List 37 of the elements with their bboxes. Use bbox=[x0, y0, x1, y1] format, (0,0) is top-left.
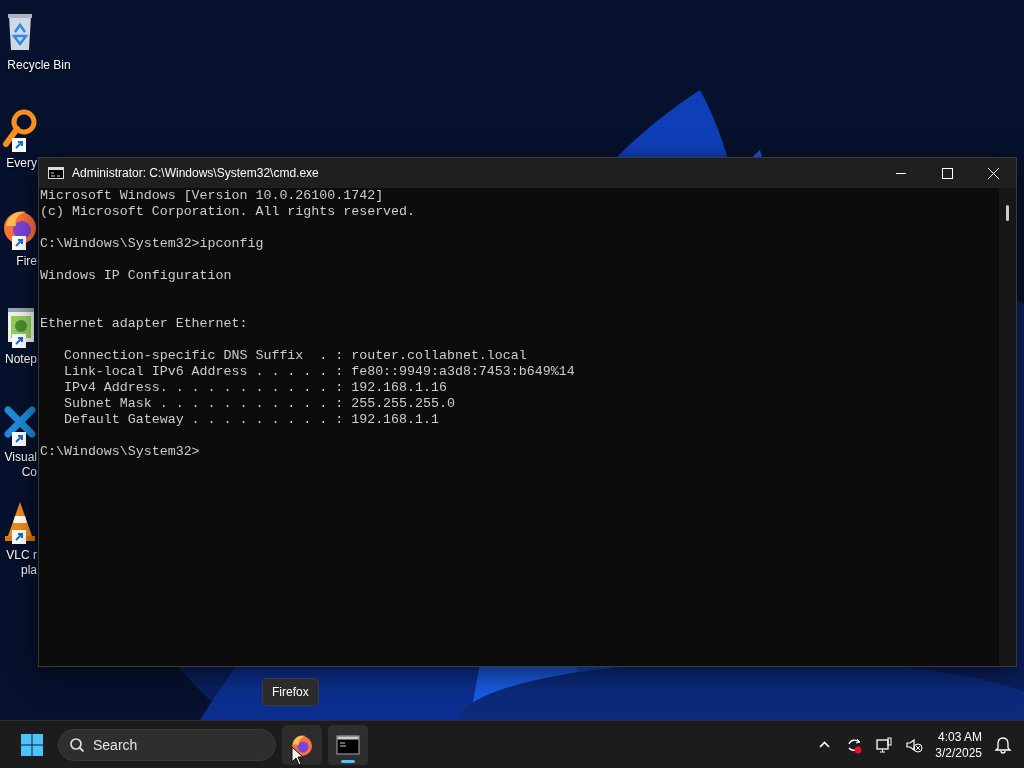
console-line: Connection-specific DNS Suffix . : router.collabnet.local bbox=[62, 348, 528, 364]
search-field[interactable]: Search bbox=[58, 728, 276, 761]
console-line: IPv4 Address. . . . . . . . . . . : 192.168.1.16 bbox=[62, 380, 448, 396]
console-line: Ethernet adapter Ethernet: bbox=[40, 316, 249, 332]
mouse-cursor-icon bbox=[291, 746, 305, 766]
console-app-icon bbox=[48, 167, 64, 179]
icon-label: Every bbox=[5, 156, 37, 171]
scrollbar[interactable] bbox=[999, 188, 1016, 666]
scrollbar-thumb[interactable] bbox=[1006, 205, 1009, 221]
console-line: C:\Windows\System32>ipconfig bbox=[40, 236, 265, 252]
icon-label: Fire bbox=[15, 254, 37, 269]
console-line: C:\Windows\System32> bbox=[40, 444, 201, 460]
magnifier-icon[interactable] bbox=[2, 108, 38, 150]
clock-button[interactable]: 4:03 AM 3/2/2025 bbox=[929, 724, 988, 765]
window-title: Administrator: C:\Windows\System32\cmd.exe bbox=[72, 165, 319, 182]
console-line: Windows IP Configuration bbox=[40, 268, 233, 284]
icon-label: VLC r pla bbox=[5, 548, 37, 578]
taskbar-app-button[interactable] bbox=[328, 724, 368, 765]
console-icon bbox=[336, 732, 360, 757]
active-indicator bbox=[341, 759, 355, 763]
console-line: Subnet Mask . . . . . . . . . . . : 255.255.255.0 bbox=[62, 396, 456, 412]
tooltip: Firefox bbox=[262, 678, 319, 706]
icon-label: Recycle Bin bbox=[6, 58, 72, 73]
search-icon bbox=[70, 737, 84, 752]
icon-label: Visual Co bbox=[3, 450, 37, 480]
close-icon bbox=[987, 167, 999, 179]
windows-logo-icon bbox=[20, 732, 44, 757]
console-line: Link-local IPv6 Address . . . . . : fe80::9949:a3d8:7453:b649%14 bbox=[62, 364, 576, 380]
bell-icon bbox=[994, 735, 1012, 754]
chevron-up-icon bbox=[818, 741, 830, 748]
console-line: Microsoft Windows [Version 10.0.26100.1742] bbox=[40, 188, 385, 204]
network-icon bbox=[875, 735, 894, 754]
console-line: (c) Microsoft Corporation. All rights reserved. bbox=[40, 204, 417, 220]
icon-label: Notep bbox=[3, 352, 37, 367]
maximize-icon bbox=[941, 167, 953, 179]
minimize-icon bbox=[896, 172, 906, 174]
console-line: Default Gateway . . . . . . . . . : 192.168.1.1 bbox=[62, 412, 440, 428]
